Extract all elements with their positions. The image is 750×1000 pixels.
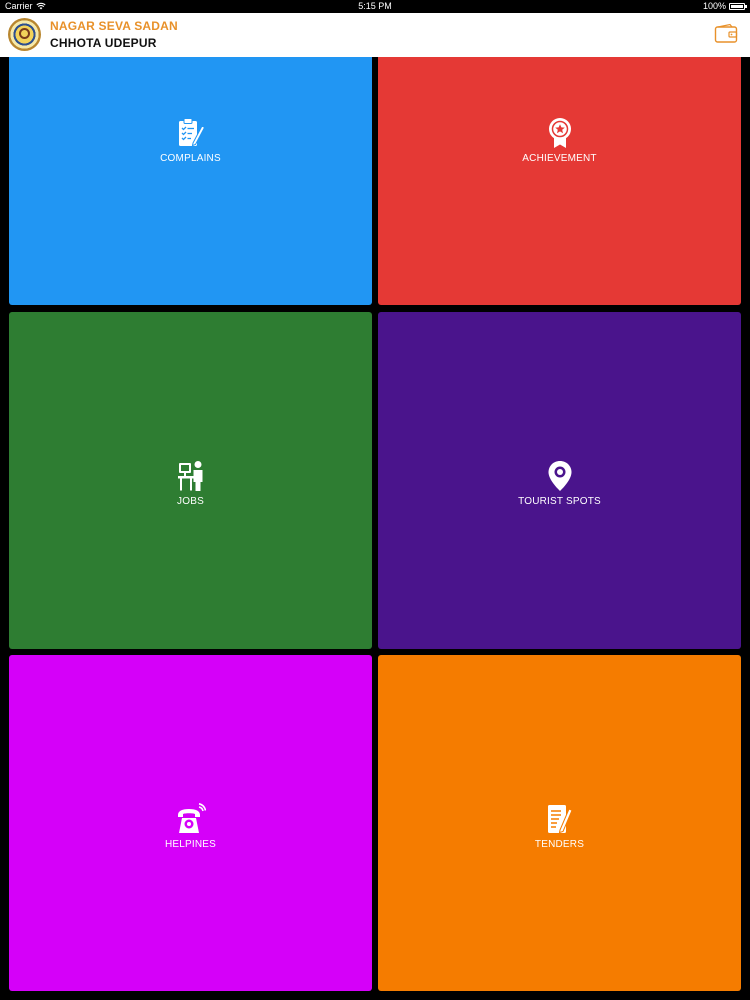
wallet-icon [714, 23, 738, 43]
tile-complains[interactable]: COMPLAINS [9, 57, 372, 305]
status-time: 5:15 PM [358, 1, 392, 11]
tile-achievement[interactable]: ACHIEVEMENT [378, 57, 741, 305]
tile-helplines[interactable]: HELPINES [9, 655, 372, 991]
person-at-desk-icon [177, 461, 202, 491]
tile-label: JOBS [177, 496, 204, 507]
header-title-secondary: CHHOTA UDEPUR [50, 36, 157, 50]
wallet-button[interactable] [714, 23, 738, 45]
tile-label: TOURIST SPOTS [518, 496, 601, 507]
battery-percent: 100% [702, 1, 726, 11]
tile-label: COMPLAINS [160, 153, 221, 164]
menu-grid: COMPLAINS ACHIEVEMENT JOBS TOURIST SPOTS… [0, 57, 750, 1000]
tile-tenders[interactable]: TENDERS [378, 655, 741, 991]
map-pin-icon [548, 461, 571, 491]
telephone-ringing-icon [177, 803, 206, 833]
award-ribbon-icon [548, 118, 571, 148]
battery-icon [729, 2, 747, 10]
tile-label: ACHIEVEMENT [522, 153, 597, 164]
tile-jobs[interactable]: JOBS [9, 312, 372, 649]
battery-info: 100% [702, 1, 747, 11]
clipboard-pen-icon [178, 118, 205, 147]
tile-tourist-spots[interactable]: TOURIST SPOTS [378, 312, 741, 649]
tile-label: TENDERS [534, 839, 585, 850]
municipal-logo-icon [8, 18, 41, 51]
status-bar: Carrier 5:15 PM 100% [0, 0, 750, 13]
header-title-primary: NAGAR SEVA SADAN [50, 19, 178, 33]
tile-label: HELPINES [164, 839, 217, 850]
app-header: NAGAR SEVA SADAN CHHOTA UDEPUR [0, 13, 750, 57]
document-pen-icon [547, 805, 573, 834]
